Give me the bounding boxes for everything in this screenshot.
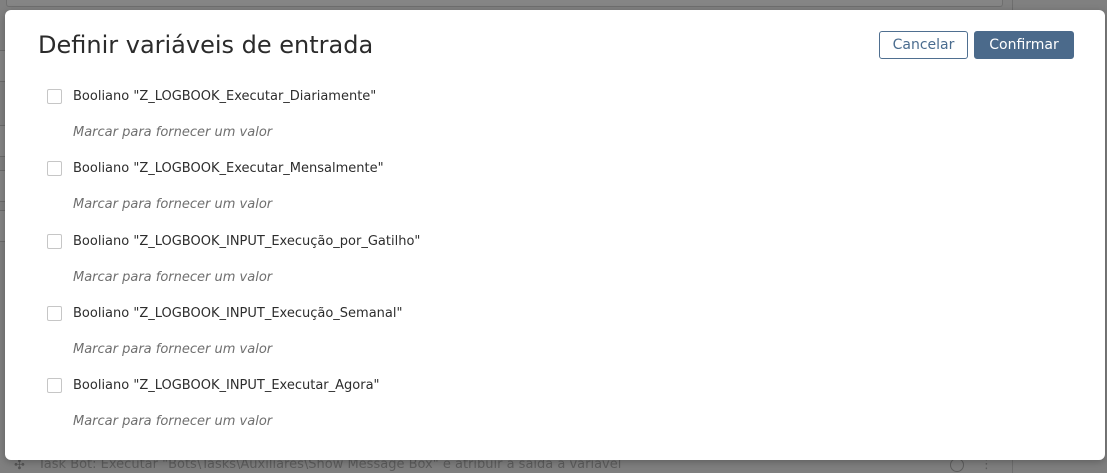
- variable-label: Booliano "Z_LOGBOOK_Executar_Mensalmente…: [73, 161, 384, 176]
- variable-hint: Marcar para fornecer um valor: [73, 414, 273, 429]
- variable-label: Booliano "Z_LOGBOOK_INPUT_Executar_Agora…: [73, 378, 380, 393]
- variable-label: Booliano "Z_LOGBOOK_Executar_Diariamente…: [73, 89, 377, 104]
- confirm-button[interactable]: Confirmar: [974, 31, 1074, 59]
- variable-hint: Marcar para fornecer um valor: [73, 342, 273, 357]
- variable-label: Booliano "Z_LOGBOOK_INPUT_Execução_por_G…: [73, 234, 421, 249]
- variable-item: Booliano "Z_LOGBOOK_Executar_Mensalmente…: [5, 161, 1005, 221]
- variable-checkbox[interactable]: [47, 306, 62, 321]
- variable-checkbox[interactable]: [47, 234, 62, 249]
- cancel-button[interactable]: Cancelar: [879, 31, 968, 59]
- variable-item: Booliano "Z_LOGBOOK_Executar_Diariamente…: [5, 89, 1005, 149]
- dialog-title: Definir variáveis de entrada: [38, 31, 374, 59]
- background-task-text: Task Bot: Executar "Bots\Tasks\Auxiliare…: [38, 458, 622, 472]
- variable-checkbox[interactable]: [47, 161, 62, 176]
- variable-label: Booliano "Z_LOGBOOK_INPUT_Execução_Seman…: [73, 306, 403, 321]
- variable-hint: Marcar para fornecer um valor: [73, 270, 273, 285]
- more-options-icon: ⋮: [980, 458, 993, 472]
- variable-item: Booliano "Z_LOGBOOK_INPUT_Executar_Agora…: [5, 378, 1005, 438]
- variable-item: Booliano "Z_LOGBOOK_INPUT_Execução_por_G…: [5, 234, 1005, 294]
- background-toolbar: [6, 0, 1003, 7]
- background-task-row: ✣ Task Bot: Executar "Bots\Tasks\Auxilia…: [0, 458, 1107, 473]
- variable-checkbox[interactable]: [47, 89, 62, 104]
- help-icon: [950, 458, 964, 472]
- task-bot-icon: ✣: [14, 458, 25, 473]
- variable-checkbox[interactable]: [47, 378, 62, 393]
- input-variables-dialog: Definir variáveis de entrada Cancelar Co…: [5, 10, 1105, 460]
- variable-hint: Marcar para fornecer um valor: [73, 197, 273, 212]
- variable-item: Booliano "Z_LOGBOOK_INPUT_Execução_Seman…: [5, 306, 1005, 366]
- variable-hint: Marcar para fornecer um valor: [73, 125, 273, 140]
